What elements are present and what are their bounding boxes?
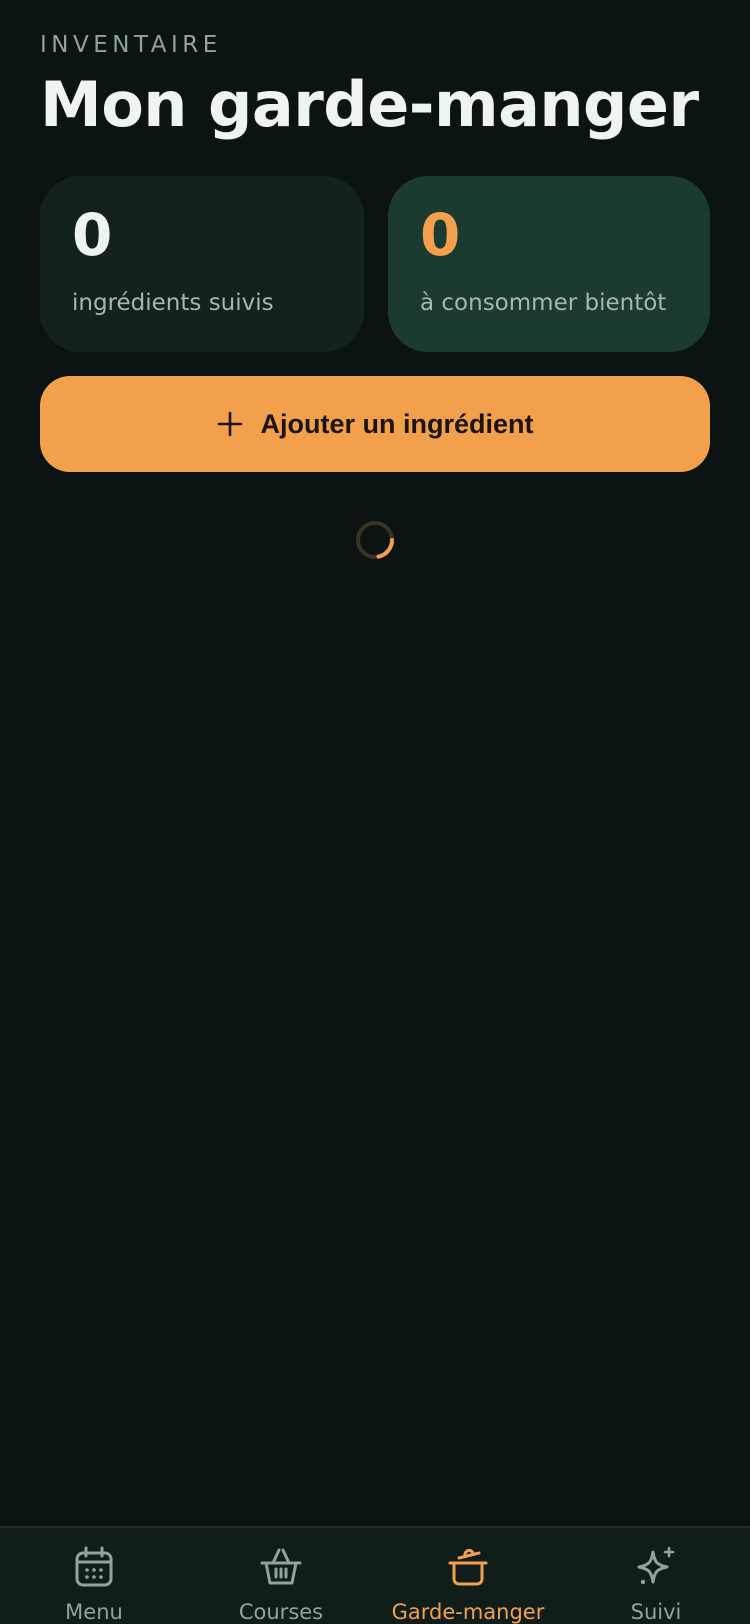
nav-item-menu[interactable]: Menu bbox=[0, 1528, 188, 1624]
nav-item-courses[interactable]: Courses bbox=[187, 1528, 375, 1624]
stat-card-expiring: 0 à consommer bientôt bbox=[388, 176, 710, 352]
nav-label-garde-manger: Garde-manger bbox=[391, 1600, 545, 1624]
bottom-navigation: Menu Courses Garde-manger Suivi bbox=[0, 1526, 750, 1624]
nav-label-courses: Courses bbox=[238, 1600, 324, 1624]
nav-item-garde-manger[interactable]: Garde-manger bbox=[374, 1528, 562, 1624]
pot-icon bbox=[448, 1548, 488, 1586]
loading-spinner-icon bbox=[356, 521, 394, 559]
expiring-label: à consommer bientôt bbox=[420, 290, 667, 316]
pantry-screen: INVENTAIRE Mon garde-manger 0 ingrédient… bbox=[0, 0, 750, 1624]
nav-item-suivi[interactable]: Suivi bbox=[562, 1528, 750, 1624]
tracked-count: 0 bbox=[72, 201, 113, 269]
section-eyebrow: INVENTAIRE bbox=[40, 32, 222, 58]
plus-icon bbox=[217, 411, 243, 437]
add-ingredient-label: Ajouter un ingrédient bbox=[260, 408, 534, 439]
nav-label-suivi: Suivi bbox=[630, 1600, 682, 1624]
page-title: Mon garde-manger bbox=[40, 68, 699, 141]
tracked-label: ingrédients suivis bbox=[72, 290, 274, 316]
expiring-count: 0 bbox=[420, 201, 461, 269]
add-ingredient-button[interactable]: Ajouter un ingrédient bbox=[40, 376, 710, 472]
calendar-icon bbox=[75, 1546, 113, 1587]
nav-label-menu: Menu bbox=[65, 1600, 123, 1624]
sparkle-icon bbox=[637, 1546, 675, 1585]
stat-card-tracked: 0 ingrédients suivis bbox=[40, 176, 364, 352]
basket-icon bbox=[260, 1548, 302, 1585]
